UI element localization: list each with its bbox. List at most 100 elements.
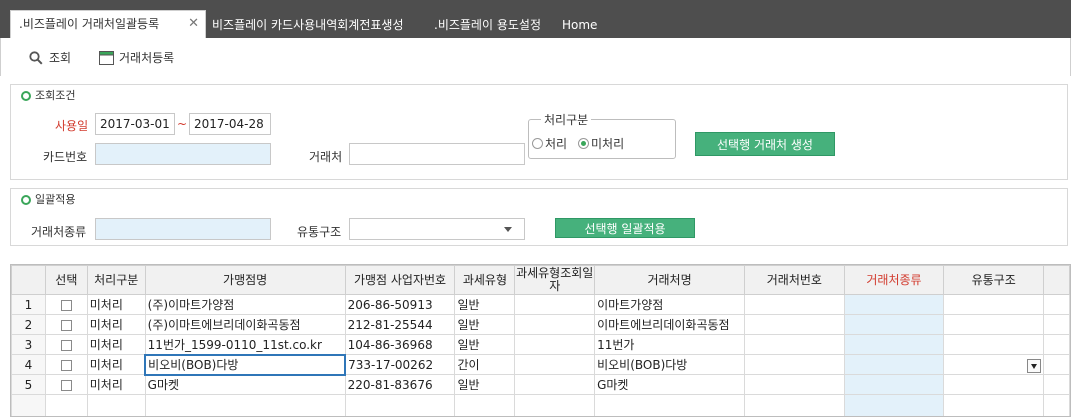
checkbox-icon (60, 379, 72, 391)
vendor-input[interactable] (349, 143, 525, 165)
cell-tax-date[interactable] (514, 334, 596, 355)
cell-status[interactable]: 미처리 (86, 314, 146, 335)
cell-merchant-selected[interactable]: 비오비(BOB)다방 (144, 353, 347, 376)
cell-empty (744, 394, 845, 416)
row-number: 2 (11, 314, 46, 335)
col-header-bizno[interactable]: 가맹점 사업자번호 (344, 265, 456, 295)
cell-filler (1043, 374, 1070, 395)
cell-tax-type[interactable]: 일반 (454, 294, 516, 315)
register-vendor-label: 거래처등록 (119, 51, 175, 65)
vendor-type-input[interactable] (95, 218, 271, 240)
cell-merchant[interactable]: G마켓 (144, 374, 346, 395)
cell-tax-date[interactable] (514, 294, 596, 315)
card-number-input[interactable] (95, 143, 271, 165)
row-checkbox[interactable] (44, 294, 88, 315)
radio-circle (532, 138, 543, 149)
tab-usage-settings[interactable]: .비즈플레이 용도설정 (434, 12, 541, 38)
table-row[interactable]: 2 미처리 (주)이마트에브리데이화곡동점 212-81-25544 일반 이마… (11, 314, 1070, 335)
cell-tax-date[interactable] (514, 374, 596, 395)
cell-vendor-type[interactable] (843, 374, 945, 395)
table-row[interactable]: 1 미처리 (주)이마트가양점 206-86-50913 일반 이마트가양점 (11, 294, 1070, 315)
row-number-empty (11, 394, 46, 416)
col-header-distribution[interactable]: 유통구조 (943, 265, 1044, 295)
create-vendor-button[interactable]: 선택행 거래처 생성 (695, 132, 835, 156)
date-from-field[interactable]: 2017-03-01 (95, 113, 175, 135)
card-number-label: 카드번호 (43, 150, 88, 164)
cell-bizno[interactable]: 733-17-00262 (344, 354, 456, 375)
cell-distribution[interactable] (943, 354, 1044, 375)
row-checkbox[interactable] (44, 314, 88, 335)
cell-tax-date[interactable] (514, 354, 596, 375)
cell-status[interactable]: 미처리 (86, 354, 146, 375)
close-icon[interactable]: ✕ (188, 11, 199, 37)
cell-empty (144, 394, 346, 416)
checkbox-icon (60, 299, 72, 311)
col-header-vendor-type[interactable]: 거래처종류 (843, 265, 945, 295)
cell-vendor-no[interactable] (744, 334, 845, 355)
cell-vendor-no[interactable] (744, 354, 845, 375)
dropdown-arrow-icon[interactable] (1027, 358, 1041, 373)
cell-filler (1043, 354, 1070, 375)
section-title-text: 일괄적용 (35, 193, 76, 206)
col-header-vendor[interactable]: 거래처명 (594, 265, 746, 295)
row-number: 4 (11, 354, 46, 375)
cell-bizno[interactable]: 212-81-25544 (344, 314, 456, 335)
table-row[interactable]: 5 미처리 G마켓 220-81-83676 일반 G마켓 (11, 374, 1070, 395)
tab-card-usage-voucher[interactable]: 비즈플레이 카드사용내역회계전표생성 (212, 12, 404, 38)
cell-vendor-no[interactable] (744, 374, 845, 395)
cell-tax-type[interactable]: 일반 (454, 314, 516, 335)
vendor-grid: 선택 처리구분 가맹점명 가맹점 사업자번호 과세유형 과세유형조회일자 거래처… (10, 264, 1071, 417)
tab-vendor-batch-register[interactable]: .비즈플레이 거래처일괄등록 ✕ (10, 10, 206, 38)
radio-processed-label: 처리 (545, 137, 568, 151)
cell-filler (1043, 314, 1070, 335)
distribution-select[interactable] (349, 218, 525, 240)
cell-empty (454, 394, 516, 416)
tab-home[interactable]: Home (562, 12, 597, 38)
cell-vendor-type[interactable] (843, 334, 945, 355)
row-checkbox[interactable] (44, 354, 88, 375)
cell-vendor-no[interactable] (744, 294, 845, 315)
cell-vendor-no[interactable] (744, 314, 845, 335)
cell-distribution[interactable] (943, 294, 1044, 315)
cell-tax-type[interactable]: 일반 (454, 334, 516, 355)
cell-merchant[interactable]: (주)이마트에브리데이화곡동점 (144, 314, 346, 335)
cell-bizno[interactable]: 206-86-50913 (344, 294, 456, 315)
cell-tax-type[interactable]: 간이 (454, 354, 516, 375)
cell-vendor[interactable]: 이마트에브리데이화곡동점 (594, 314, 746, 335)
batch-apply-button[interactable]: 선택행 일괄적용 (555, 218, 695, 238)
date-to-field[interactable]: 2017-04-28 (189, 113, 271, 135)
cell-vendor[interactable]: G마켓 (594, 374, 746, 395)
cell-status[interactable]: 미처리 (86, 294, 146, 315)
cell-tax-date[interactable] (514, 314, 596, 335)
cell-merchant[interactable]: (주)이마트가양점 (144, 294, 346, 315)
col-header-tax-type[interactable]: 과세유형 (454, 265, 516, 295)
cell-bizno[interactable]: 220-81-83676 (344, 374, 456, 395)
vendor-table: 선택 처리구분 가맹점명 가맹점 사업자번호 과세유형 과세유형조회일자 거래처… (11, 265, 1070, 416)
cell-distribution[interactable] (943, 314, 1044, 335)
col-header-merchant[interactable]: 가맹점명 (144, 265, 346, 295)
cell-status[interactable]: 미처리 (86, 334, 146, 355)
search-button-label: 조회 (49, 51, 72, 65)
col-header-vendor-no[interactable]: 거래처번호 (744, 265, 845, 295)
row-number: 1 (11, 294, 46, 315)
cell-vendor-type[interactable] (843, 314, 945, 335)
cell-bizno[interactable]: 104-86-36968 (344, 334, 456, 355)
col-header-tax-date[interactable]: 과세유형조회일자 (514, 265, 596, 295)
cell-vendor[interactable]: 비오비(BOB)다방 (594, 354, 746, 375)
cell-tax-type[interactable]: 일반 (454, 374, 516, 395)
table-row[interactable]: 4 미처리 비오비(BOB)다방 733-17-00262 간이 비오비(BOB… (11, 353, 1070, 376)
table-row[interactable]: 3 미처리 11번가_1599-0110_11st.co.kr 104-86-3… (11, 334, 1070, 355)
cell-status[interactable]: 미처리 (86, 374, 146, 395)
col-header-status[interactable]: 처리구분 (86, 265, 146, 295)
row-checkbox[interactable] (44, 374, 88, 395)
cell-distribution[interactable] (943, 374, 1044, 395)
cell-vendor[interactable]: 이마트가양점 (594, 294, 746, 315)
col-header-select[interactable]: 선택 (44, 265, 88, 295)
cell-distribution[interactable] (943, 334, 1044, 355)
cell-merchant[interactable]: 11번가_1599-0110_11st.co.kr (144, 334, 346, 355)
checkbox-icon (60, 359, 72, 371)
cell-vendor[interactable]: 11번가 (594, 334, 746, 355)
cell-vendor-type[interactable] (843, 354, 945, 375)
cell-vendor-type[interactable] (843, 294, 945, 315)
row-checkbox[interactable] (44, 334, 88, 355)
